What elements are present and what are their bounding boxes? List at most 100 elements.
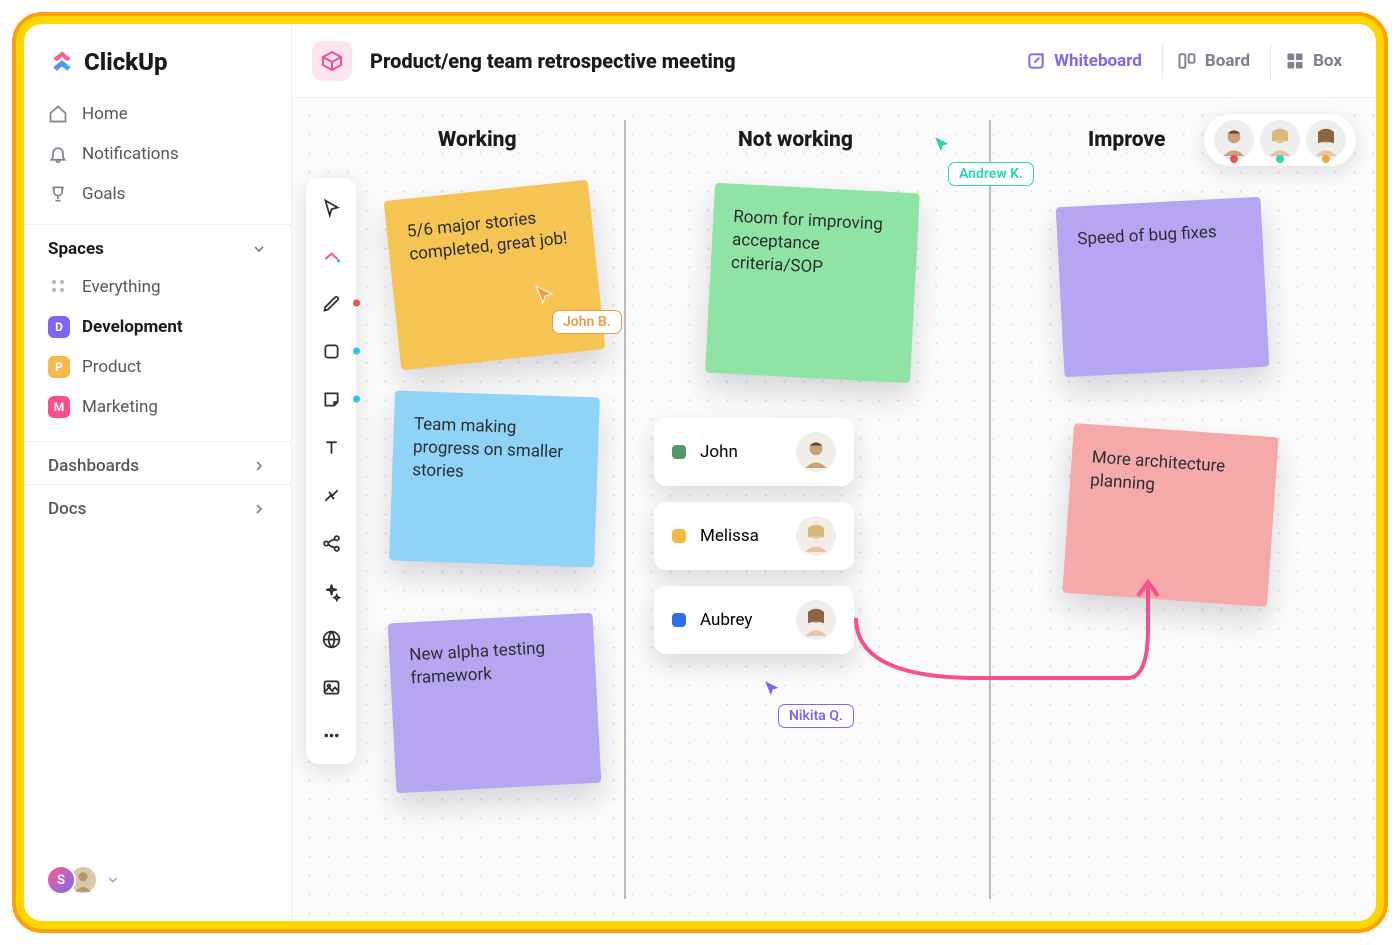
remote-cursor-label: John B. xyxy=(552,310,622,334)
user-chip[interactable]: John xyxy=(654,418,854,486)
image-icon xyxy=(321,677,342,698)
spaces-header[interactable]: Spaces xyxy=(24,224,291,267)
tab-whiteboard[interactable]: Whiteboard xyxy=(1012,43,1156,79)
remote-cursor-icon xyxy=(762,678,784,700)
clickup-logo-icon xyxy=(48,48,76,76)
tool-pen[interactable] xyxy=(312,284,350,322)
tool-mindmap[interactable] xyxy=(312,524,350,562)
globe-icon xyxy=(321,629,342,650)
tool-web[interactable] xyxy=(312,620,350,658)
sticky-note[interactable]: Room for improving acceptance criteria/S… xyxy=(705,183,920,383)
nav-goals[interactable]: Goals xyxy=(24,174,291,214)
tool-sticky[interactable] xyxy=(312,380,350,418)
note-text: 5/6 major stories completed, great job! xyxy=(406,208,568,264)
brand-logo[interactable]: ClickUp xyxy=(24,42,291,94)
trophy-icon xyxy=(48,184,68,204)
pen-icon xyxy=(321,293,342,314)
main-area: Product/eng team retrospective meeting W… xyxy=(292,24,1376,921)
sticky-note[interactable]: Team making progress on smaller stories xyxy=(389,390,600,567)
home-icon xyxy=(48,104,68,124)
sidebar-item-marketing[interactable]: M Marketing xyxy=(24,387,291,427)
tool-select[interactable] xyxy=(312,188,350,226)
topbar: Product/eng team retrospective meeting W… xyxy=(292,24,1376,98)
page-icon[interactable] xyxy=(312,41,352,81)
dashboards-header[interactable]: Dashboards xyxy=(24,441,291,484)
nav-notifications[interactable]: Notifications xyxy=(24,134,291,174)
remote-cursor-icon xyxy=(534,284,556,306)
chevron-down-icon xyxy=(251,241,267,257)
tool-more[interactable] xyxy=(312,716,350,754)
collaborators[interactable] xyxy=(1204,114,1356,166)
note-text: Room for improving acceptance criteria/S… xyxy=(730,207,883,278)
chevron-down-icon xyxy=(106,873,120,887)
sidebar-item-everything[interactable]: Everything xyxy=(24,267,291,307)
status-dot xyxy=(1230,155,1238,163)
column-header-working: Working xyxy=(438,128,517,152)
sidebar: ClickUp Home Notifications Goals Spaces … xyxy=(24,24,292,921)
chip-name: Aubrey xyxy=(700,610,782,630)
section-label: Dashboards xyxy=(48,456,139,476)
connector-arrow[interactable] xyxy=(848,568,1168,708)
tool-image[interactable] xyxy=(312,668,350,706)
column-header-notworking: Not working xyxy=(738,128,853,152)
chip-avatar xyxy=(796,600,836,640)
tool-text[interactable] xyxy=(312,428,350,466)
sticky-note[interactable]: 5/6 major stories completed, great job! xyxy=(384,180,606,370)
sidebar-item-development[interactable]: D Development xyxy=(24,307,291,347)
whiteboard-toolbox xyxy=(306,178,356,764)
sparkle-icon xyxy=(321,581,342,602)
section-label: Docs xyxy=(48,499,86,519)
tool-connector[interactable] xyxy=(312,476,350,514)
tool-clickup-add[interactable] xyxy=(312,236,350,274)
note-text: Team making progress on smaller stories xyxy=(412,414,563,482)
space-label: Marketing xyxy=(82,397,158,417)
cursor-icon xyxy=(321,197,342,218)
column-divider xyxy=(989,120,991,899)
mindmap-icon xyxy=(321,533,342,554)
tab-box[interactable]: Box xyxy=(1270,43,1356,79)
user-menu[interactable]: S xyxy=(24,853,291,907)
nav-home[interactable]: Home xyxy=(24,94,291,134)
user-avatar: S xyxy=(46,865,76,895)
nav-label: Notifications xyxy=(82,144,179,164)
chip-color xyxy=(672,529,686,543)
status-dot xyxy=(1276,155,1284,163)
chip-color xyxy=(672,613,686,627)
column-header-improve: Improve xyxy=(1088,128,1165,152)
collab-avatar[interactable] xyxy=(1214,120,1254,160)
tab-board[interactable]: Board xyxy=(1162,43,1264,79)
section-label: Spaces xyxy=(48,239,104,259)
square-icon xyxy=(321,341,342,362)
collab-avatar[interactable] xyxy=(1260,120,1300,160)
chevron-right-icon xyxy=(251,501,267,517)
sticky-note[interactable]: New alpha testing framework xyxy=(388,613,602,793)
note-text: More architecture planning xyxy=(1090,447,1226,494)
tool-magic[interactable] xyxy=(312,572,350,610)
brand-name: ClickUp xyxy=(84,48,168,76)
status-dot xyxy=(1322,155,1330,163)
chevron-right-icon xyxy=(251,458,267,474)
more-icon xyxy=(321,725,342,746)
chip-avatar xyxy=(796,432,836,472)
space-label: Development xyxy=(82,317,183,337)
docs-header[interactable]: Docs xyxy=(24,484,291,527)
sticky-note[interactable]: Speed of bug fixes xyxy=(1056,197,1270,377)
bell-icon xyxy=(48,144,68,164)
tool-shape[interactable] xyxy=(312,332,350,370)
nav-label: Goals xyxy=(82,184,125,204)
tab-label: Board xyxy=(1205,51,1250,71)
sidebar-item-product[interactable]: P Product xyxy=(24,347,291,387)
chip-avatar xyxy=(796,516,836,556)
space-badge-icon: M xyxy=(48,396,70,418)
user-chip[interactable]: Melissa xyxy=(654,502,854,570)
space-label: Product xyxy=(82,357,141,377)
cube-icon xyxy=(320,49,344,73)
collab-avatar[interactable] xyxy=(1306,120,1346,160)
space-label: Everything xyxy=(82,277,161,297)
whiteboard-canvas[interactable]: Working Not working Improve xyxy=(292,98,1376,921)
clickup-add-icon xyxy=(321,245,342,266)
tab-label: Whiteboard xyxy=(1054,51,1142,71)
everything-icon xyxy=(48,276,70,298)
whiteboard-icon xyxy=(1026,51,1046,71)
user-chip[interactable]: Aubrey xyxy=(654,586,854,654)
